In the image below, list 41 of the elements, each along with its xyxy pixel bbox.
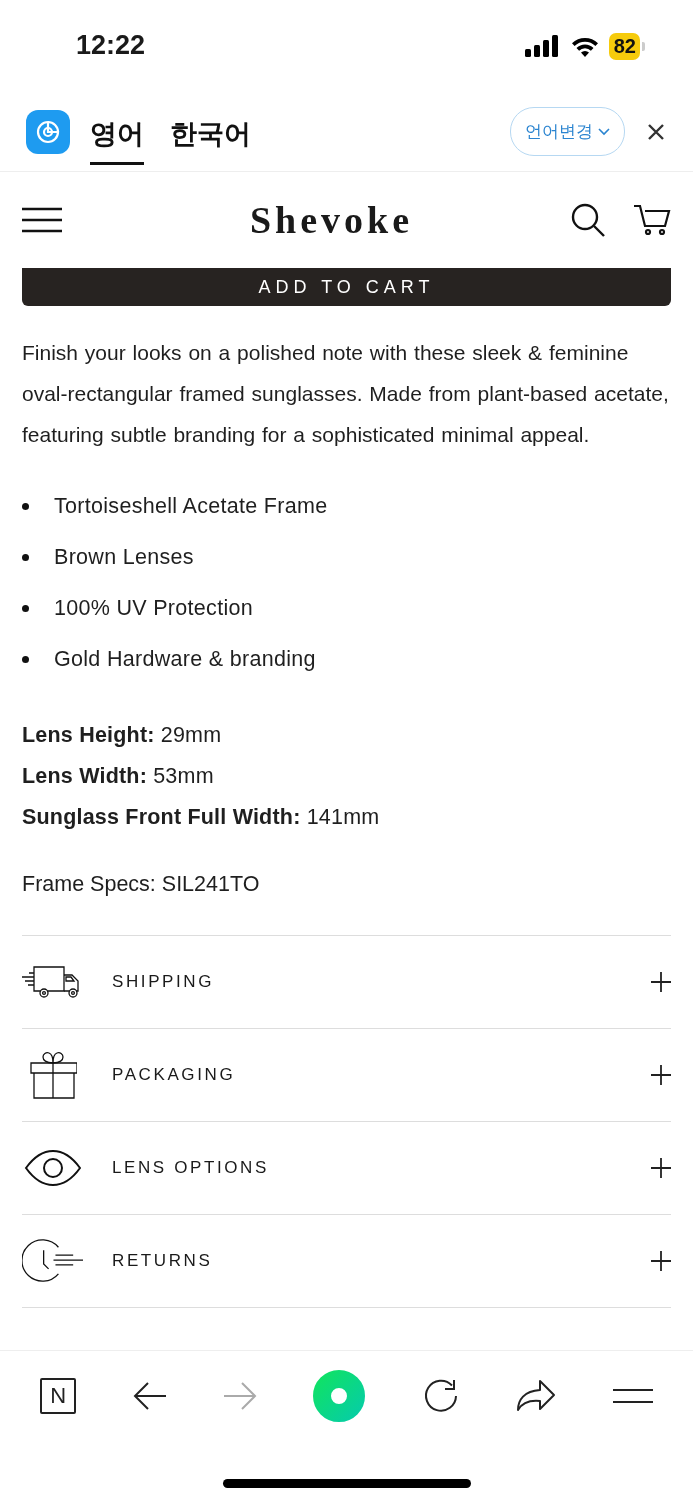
language-tab[interactable]: 한국어 [170, 106, 251, 165]
close-icon[interactable] [647, 122, 665, 141]
plus-icon[interactable] [651, 1065, 671, 1085]
wifi-icon [570, 35, 599, 57]
menu-icon[interactable] [612, 1388, 653, 1404]
accordion-toggle[interactable]: RETURNS [112, 1251, 651, 1271]
bullet-icon [22, 554, 29, 561]
feature-text: Brown Lenses [54, 545, 194, 570]
clock-icon [22, 1238, 84, 1284]
language-tab[interactable]: 영어 [90, 106, 144, 165]
product-description: Finish your looks on a polished note with these sleek & feminine oval-rectangular framed sunglasses. Made from plant-based acetate, featuring subtle branding for a sophisticated minimal appeal. [22, 340, 670, 448]
spec-line: Lens Height: 29mm [22, 722, 223, 749]
back-icon[interactable] [132, 1381, 167, 1411]
home-button[interactable]: N [40, 1378, 77, 1414]
clock-time: 12:22 [76, 29, 147, 61]
bullet-icon [22, 656, 29, 663]
accordion-toggle[interactable]: LENS OPTIONS [112, 1158, 651, 1178]
feature-text: 100% UV Protection [54, 596, 253, 621]
chevron-down-icon[interactable] [598, 127, 610, 136]
plus-icon[interactable] [651, 972, 671, 992]
brand-logo[interactable]: Shevoke [92, 198, 571, 242]
menu-icon[interactable] [22, 207, 62, 233]
translator-app-icon[interactable] [26, 109, 70, 154]
plus-icon[interactable] [651, 1158, 671, 1178]
bullet-icon [22, 503, 29, 510]
signal-icon [524, 35, 561, 57]
share-icon[interactable] [516, 1379, 557, 1413]
spec-line: Sunglass Front Full Width: 141mm [22, 804, 381, 831]
eye-icon [22, 1149, 84, 1187]
search-icon[interactable] [571, 203, 605, 237]
change-language-button[interactable]: 언어변경 [510, 107, 625, 156]
feature-text: Gold Hardware & branding [54, 647, 316, 672]
plus-icon[interactable] [651, 1251, 671, 1271]
feature-text: Tortoiseshell Acetate Frame [54, 494, 328, 519]
spec-line: Lens Width: 53mm [22, 763, 215, 790]
bullet-icon [22, 605, 29, 612]
accordion-toggle[interactable]: PACKAGING [112, 1065, 651, 1085]
add-to-cart-button[interactable]: ADD TO CART [22, 268, 671, 306]
frame-specs-text: Frame Specs: SIL241TO [22, 872, 260, 896]
accordion-toggle[interactable]: SHIPPING [112, 972, 651, 992]
cart-icon[interactable] [633, 204, 671, 236]
